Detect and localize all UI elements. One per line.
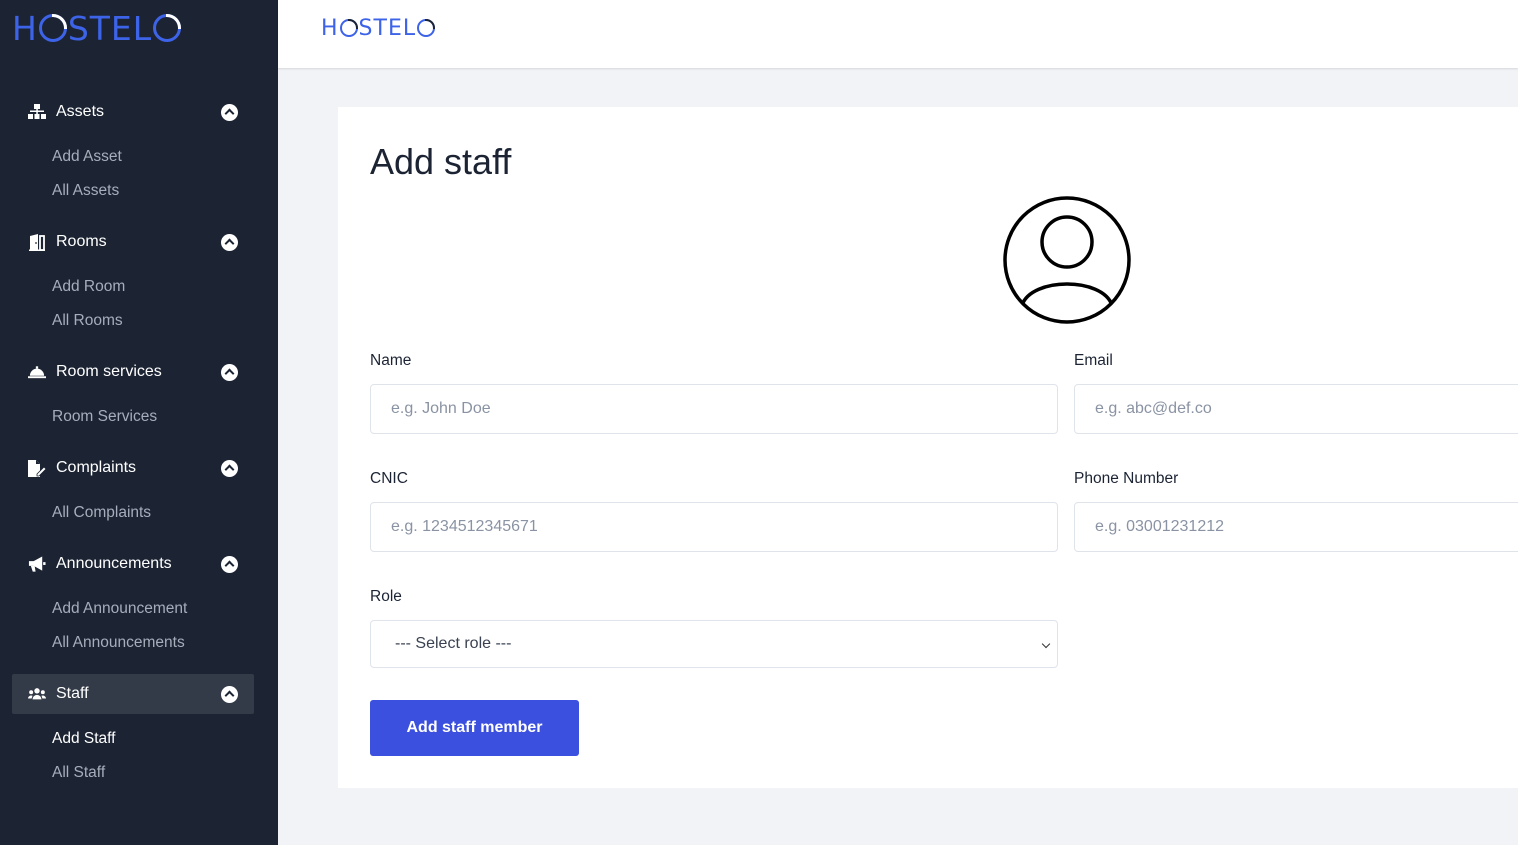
sidebar-item-staff[interactable]: Staff	[12, 674, 254, 714]
phone-label: Phone Number	[1074, 470, 1179, 487]
role-selected-value: --- Select role ---	[395, 635, 512, 652]
door-icon	[28, 233, 46, 251]
sidebar-item-room-services[interactable]: Room services	[12, 352, 254, 392]
sidebar: H STEL Assets Add Asset All Assets Rooms…	[0, 0, 278, 845]
sidebar-item-add-asset[interactable]: Add Asset	[52, 140, 254, 174]
sidebar-item-room-services-list[interactable]: Room Services	[52, 400, 254, 434]
logo-o-icon	[38, 13, 67, 42]
avatar-upload[interactable]	[1002, 195, 1132, 325]
logo-o-end-icon	[417, 19, 436, 37]
chevron-up-icon[interactable]	[221, 363, 238, 381]
chevron-down-icon	[1039, 638, 1053, 652]
sidebar-item-add-room[interactable]: Add Room	[52, 270, 254, 304]
logo-o-end-icon	[153, 13, 182, 42]
sidebar-group-label: Rooms	[56, 233, 107, 250]
phone-input[interactable]	[1074, 502, 1518, 552]
sidebar-item-announcements[interactable]: Announcements	[12, 544, 254, 584]
role-label: Role	[370, 588, 402, 605]
file-edit-icon	[28, 459, 46, 477]
brand-letter: H	[321, 16, 339, 41]
sidebar-item-rooms[interactable]: Rooms	[12, 222, 254, 262]
sidebar-group-label: Staff	[56, 685, 89, 702]
user-circle-icon	[1003, 196, 1131, 324]
sidebar-group-room-services: Room services Room Services	[12, 352, 254, 448]
sidebar-item-all-announcements[interactable]: All Announcements	[52, 626, 254, 660]
sidebar-item-complaints[interactable]: Complaints	[12, 448, 254, 488]
sidebar-item-add-announcement[interactable]: Add Announcement	[52, 592, 254, 626]
name-label: Name	[370, 352, 412, 369]
add-staff-member-button[interactable]: Add staff member	[370, 700, 579, 756]
chevron-up-icon[interactable]	[221, 459, 238, 477]
page-title: Add staff	[370, 141, 512, 182]
sidebar-group-label: Announcements	[56, 555, 172, 572]
brand-letters: STEL	[67, 8, 153, 48]
add-staff-card: Add staff Name Email CNIC Phone Number R…	[338, 107, 1518, 788]
sidebar-item-all-assets[interactable]: All Assets	[52, 174, 254, 208]
sidebar-group-complaints: Complaints All Complaints	[12, 448, 254, 544]
chevron-up-icon[interactable]	[221, 685, 238, 703]
sidebar-menu: Assets Add Asset All Assets Rooms Add Ro…	[12, 92, 254, 790]
chevron-up-icon[interactable]	[221, 103, 238, 121]
sidebar-group-staff: Staff Add Staff All Staff	[12, 674, 254, 790]
sidebar-item-all-rooms[interactable]: All Rooms	[52, 304, 254, 338]
megaphone-icon	[28, 555, 46, 573]
sidebar-item-all-complaints[interactable]: All Complaints	[52, 496, 254, 530]
chevron-up-icon[interactable]	[221, 555, 238, 573]
bell-icon	[28, 363, 46, 381]
cnic-label: CNIC	[370, 470, 408, 487]
logo-o-icon	[339, 19, 358, 37]
sitemap-icon	[28, 103, 46, 121]
cnic-input[interactable]	[370, 502, 1058, 552]
sidebar-group-assets: Assets Add Asset All Assets	[12, 92, 254, 222]
sidebar-group-rooms: Rooms Add Room All Rooms	[12, 222, 254, 352]
sidebar-group-announcements: Announcements Add Announcement All Annou…	[12, 544, 254, 674]
email-label: Email	[1074, 352, 1113, 369]
brand-letters: STEL	[358, 16, 417, 41]
sidebar-item-assets[interactable]: Assets	[12, 92, 254, 132]
sidebar-group-label: Complaints	[56, 459, 137, 476]
brand-logo[interactable]: H STEL	[12, 8, 182, 48]
name-input[interactable]	[370, 384, 1058, 434]
sidebar-group-label: Assets	[56, 103, 105, 120]
sidebar-item-all-staff[interactable]: All Staff	[52, 756, 254, 790]
sidebar-item-add-staff[interactable]: Add Staff	[52, 722, 254, 756]
users-icon	[28, 685, 46, 703]
header-logo[interactable]: H STEL	[321, 16, 436, 41]
chevron-up-icon[interactable]	[221, 233, 238, 251]
top-header: H STEL	[278, 0, 1518, 68]
sidebar-group-label: Room services	[56, 363, 162, 380]
brand-letter: H	[12, 8, 38, 48]
role-select[interactable]: --- Select role ---	[370, 620, 1058, 668]
email-input[interactable]	[1074, 384, 1518, 434]
